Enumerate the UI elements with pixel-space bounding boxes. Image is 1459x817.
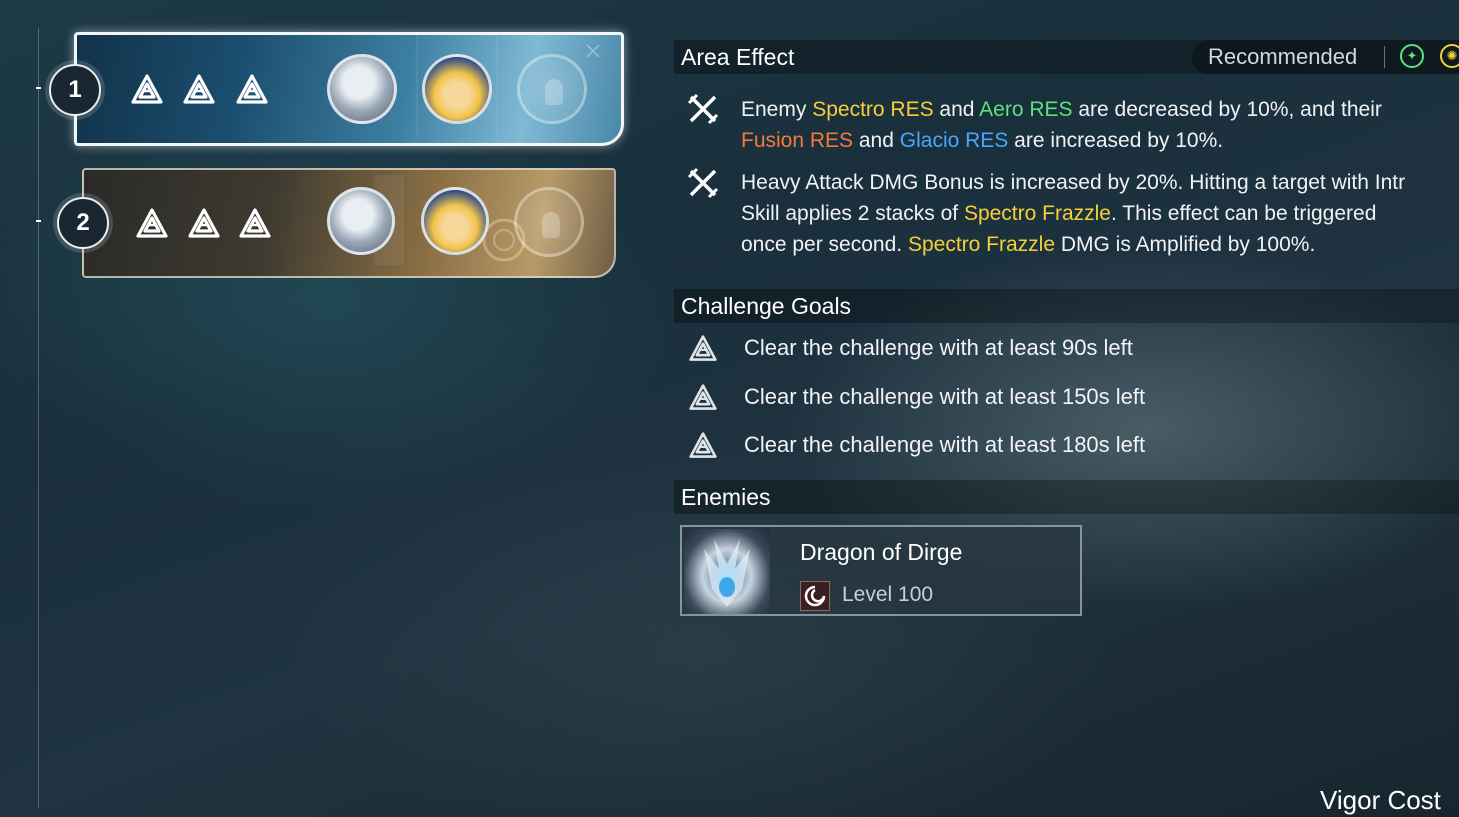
goal-star-icon	[689, 335, 717, 361]
crossed-swords-icon	[687, 93, 719, 125]
goal-star-icon	[183, 74, 215, 104]
effect-text: Enemy	[741, 98, 813, 121]
crossed-swords-icon	[687, 167, 719, 199]
area-effect-1-line-1: Enemy Spectro RES and Aero RES are decre…	[741, 94, 1459, 125]
spectro-element-icon[interactable]: ✺	[1440, 44, 1459, 68]
goal-star-icon	[188, 208, 220, 238]
area-effect-1-line-2: Fusion RES and Glacio RES are increased …	[741, 125, 1459, 156]
enemy-level: Level 100	[842, 583, 934, 606]
effect-text: DMG is Amplified by 100%.	[1055, 233, 1316, 256]
empty-member-slot[interactable]	[517, 54, 587, 124]
area-effect-2-line-3: once per second. Spectro Frazzle DMG is …	[741, 229, 1459, 260]
effect-text: and	[853, 129, 900, 152]
dragon-icon	[704, 539, 750, 607]
challenge-goal-3: Clear the challenge with at least 180s l…	[744, 432, 1146, 457]
havoc-element-icon	[800, 581, 830, 611]
area-effect-2-line-1: Heavy Attack DMG Bonus is increased by 2…	[741, 167, 1459, 198]
timeline-tick	[36, 220, 41, 222]
goal-star-icon	[689, 384, 717, 410]
effect-text: once per second.	[741, 233, 908, 256]
area-effect-title: Area Effect	[681, 44, 795, 70]
challenge-goal-1: Clear the challenge with at least 90s le…	[744, 335, 1133, 360]
effect-text: are decreased by 10%, and their	[1072, 98, 1382, 121]
spectro-frazzle-keyword: Spectro Frazzle	[907, 233, 1056, 256]
team-number-badge: 2	[57, 197, 109, 249]
enemy-name: Dragon of Dirge	[800, 539, 963, 565]
enemy-card[interactable]: Dragon of Dirge Level 100	[680, 525, 1082, 616]
goal-star-icon	[131, 74, 163, 104]
timeline-line	[38, 28, 39, 808]
effect-text: are increased by 10%.	[1008, 129, 1224, 152]
goal-star-icon	[689, 432, 717, 458]
recommended-elements[interactable]: Recommended ✦ ✺	[1192, 40, 1459, 74]
divider	[1384, 46, 1385, 68]
effect-text: Skill applies 2 stacks of	[741, 202, 964, 225]
area-effect-2-line-2: Skill applies 2 stacks of Spectro Frazzl…	[741, 198, 1459, 229]
member-avatar-silver[interactable]	[327, 187, 395, 255]
goal-star-icon	[239, 208, 271, 238]
goal-star-icon	[136, 208, 168, 238]
challenge-goal-2: Clear the challenge with at least 150s l…	[744, 384, 1146, 409]
member-avatar-silver[interactable]	[327, 54, 397, 124]
recommended-label: Recommended	[1208, 44, 1358, 69]
glacio-res-keyword: Glacio RES	[899, 129, 1009, 152]
spectro-res-keyword: Spectro RES	[812, 98, 934, 121]
person-silhouette-icon	[542, 212, 560, 238]
enemy-portrait	[684, 529, 770, 614]
enemies-title: Enemies	[681, 484, 771, 510]
effect-text: Heavy Attack DMG Bonus is increased by 2…	[741, 171, 1406, 194]
goal-star-icon	[236, 74, 268, 104]
effect-text: . This effect can be triggered	[1111, 202, 1377, 225]
team-number-badge: 1	[49, 64, 101, 116]
aero-res-keyword: Aero RES	[979, 98, 1073, 121]
aero-element-icon[interactable]: ✦	[1400, 44, 1424, 68]
challenge-goals-title: Challenge Goals	[681, 293, 852, 319]
timeline-tick	[36, 87, 41, 89]
fusion-res-keyword: Fusion RES	[741, 129, 854, 152]
challenge-goals-header: Challenge Goals	[674, 289, 1459, 323]
member-avatar-blonde[interactable]	[422, 54, 492, 124]
enemies-header: Enemies	[674, 480, 1459, 514]
member-avatar-blonde[interactable]	[421, 187, 489, 255]
spectro-frazzle-keyword: Spectro Frazzle	[963, 202, 1111, 225]
effect-text: and	[933, 98, 980, 121]
person-silhouette-icon	[545, 79, 563, 105]
vigor-cost-label: Vigor Cost	[1320, 785, 1441, 815]
empty-member-slot[interactable]	[514, 187, 584, 257]
